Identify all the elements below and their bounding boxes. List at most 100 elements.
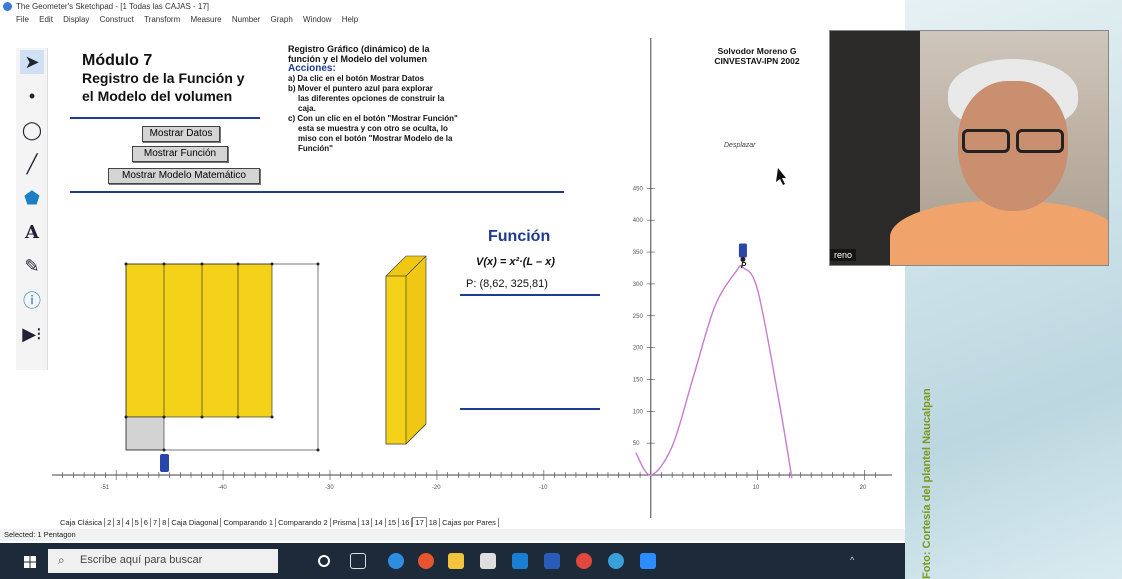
menu-graph[interactable]: Graph xyxy=(267,13,297,24)
page-tabs: Caja Clásica 2 3 4 5 6 7 8 Caja Diagonal Comparan… xyxy=(58,517,658,529)
point-tool-icon[interactable]: • xyxy=(20,84,44,108)
mouse-cursor-icon xyxy=(776,168,786,185)
cortana-icon[interactable] xyxy=(318,555,330,567)
sketchpad-app-icon xyxy=(3,2,12,11)
taskbar-search-input[interactable]: ⌕ Escribe aquí para buscar xyxy=(48,549,278,573)
app-red-icon[interactable] xyxy=(576,553,592,569)
instruction-b1: b) Mover el puntero azul para explorar xyxy=(288,84,433,93)
status-bar: Selected: 1 Pentagon xyxy=(0,529,905,541)
page-tab[interactable]: Caja Diagonal xyxy=(169,518,222,527)
page-tab[interactable]: 8 xyxy=(160,518,170,527)
mail-icon[interactable] xyxy=(512,553,528,569)
y-tick-label: 100 xyxy=(633,409,644,415)
instruction-a: a) Da clic en el botón Mostrar Datos xyxy=(288,74,425,83)
menu-measure[interactable]: Measure xyxy=(186,13,225,24)
sketchpad-taskbar-icon[interactable] xyxy=(608,553,624,569)
page-tab[interactable]: Comparando 2 xyxy=(276,518,331,527)
menu-number[interactable]: Number xyxy=(228,13,264,24)
store-icon[interactable] xyxy=(480,553,496,569)
author-name: Solvodor Moreno G xyxy=(717,46,797,56)
page-tab[interactable]: 2 xyxy=(105,518,115,527)
custom-tool-icon[interactable]: ▶⁝ xyxy=(20,322,44,346)
windows-start-icon[interactable] xyxy=(24,556,36,568)
page-tab[interactable]: 15 xyxy=(386,518,400,527)
polygon-tool-icon[interactable]: ⬟ xyxy=(20,186,44,210)
page-tab[interactable]: 13 xyxy=(359,518,373,527)
page-tab[interactable]: Prisma xyxy=(331,518,360,527)
system-tray: ^ xyxy=(850,555,854,565)
arrow-tool-icon[interactable]: ➤ xyxy=(20,50,44,74)
y-tick-label: 200 xyxy=(633,346,644,352)
page-tab[interactable]: 3 xyxy=(114,518,124,527)
x-tick-label: 10 xyxy=(753,485,760,491)
windows-taskbar: ⌕ Escribe aquí para buscar ^ xyxy=(0,543,905,579)
instructions-heading-1: Registro Gráfico (dinámico) de la xyxy=(288,44,430,54)
title-bar: The Geometer's Sketchpad - [1 Todas las … xyxy=(0,0,905,13)
instructions-panel: Registro Gráfico (dinámico) de la funció… xyxy=(288,44,568,154)
page-tab[interactable]: 16 xyxy=(399,518,413,527)
toolbox: ➤ • ◯ ╱ ⬟ A ✎ ⓘ ▶⁝ xyxy=(16,48,48,370)
compass-tool-icon[interactable]: ◯ xyxy=(20,118,44,142)
y-tick-label: 50 xyxy=(633,441,640,447)
sketch-canvas[interactable]: -51 -40 -30 -20 -10 10 20 450 400 350 300 250 200 150… xyxy=(52,38,905,518)
function-title: Función xyxy=(488,228,551,245)
page-tab[interactable]: 6 xyxy=(142,518,151,527)
tray-chevron-up-icon[interactable]: ^ xyxy=(850,555,854,565)
instruction-c1: c) Con un clic en el botón "Mostrar Func… xyxy=(288,114,458,123)
show-data-button[interactable]: Mostrar Datos xyxy=(142,126,220,142)
chrome-icon[interactable] xyxy=(418,553,434,569)
menu-bar: File Edit Display Construct Transform Me… xyxy=(0,13,905,26)
page-tab[interactable]: 7 xyxy=(151,518,161,527)
x-tick-label: -20 xyxy=(432,485,441,491)
page-tab[interactable]: Comparando 1 xyxy=(221,518,277,527)
slider-handle[interactable] xyxy=(160,454,169,472)
word-icon[interactable] xyxy=(544,553,560,569)
straightedge-tool-icon[interactable]: ╱ xyxy=(20,152,44,176)
menu-transform[interactable]: Transform xyxy=(140,13,184,24)
instruction-c4: Función" xyxy=(298,144,333,153)
point-p-label: P xyxy=(740,261,747,271)
y-tick-label: 150 xyxy=(633,377,644,383)
y-tick-label: 300 xyxy=(633,282,644,288)
actions-label: Acciones: xyxy=(288,63,336,74)
show-model-button[interactable]: Mostrar Modelo Matemático xyxy=(108,168,260,184)
show-function-button[interactable]: Mostrar Función xyxy=(132,146,228,162)
menu-help[interactable]: Help xyxy=(338,13,362,24)
x-tick-label: -30 xyxy=(325,485,334,491)
author-block: Solvodor Moreno G CINVESTAV-IPN 2002 xyxy=(692,46,822,66)
page-tab[interactable]: 5 xyxy=(133,518,142,527)
edge-browser-icon[interactable] xyxy=(388,553,404,569)
instruction-b3: caja. xyxy=(298,104,316,113)
page-tab[interactable]: 4 xyxy=(123,518,133,527)
page-tab[interactable]: Cajas por Pares xyxy=(440,518,499,527)
menu-construct[interactable]: Construct xyxy=(96,13,138,24)
page-tab[interactable]: 17 xyxy=(412,517,427,527)
sketchpad-window: The Geometer's Sketchpad - [1 Todas las … xyxy=(0,0,905,579)
y-tick-label: 250 xyxy=(633,314,644,320)
box-net xyxy=(124,262,320,452)
function-curve xyxy=(635,264,793,479)
instruction-c2: esta se muestra y con otro se oculta, lo xyxy=(298,124,448,133)
video-call-tile: reno xyxy=(829,30,1109,266)
marker-tool-icon[interactable]: ✎ xyxy=(20,254,44,278)
zoom-icon[interactable] xyxy=(640,553,656,569)
menu-window[interactable]: Window xyxy=(299,13,335,24)
module-subtitle-2: el Modelo del volumen xyxy=(82,88,233,104)
search-placeholder: Escribe aquí para buscar xyxy=(80,554,203,566)
function-formula: V(x) = x²·(L – x) xyxy=(476,256,555,268)
menu-file[interactable]: File xyxy=(0,13,33,24)
photo-credit: Foto: Cortesía del plantel Naucalpan xyxy=(921,388,933,579)
task-view-icon[interactable] xyxy=(350,553,366,569)
page-tab[interactable]: 14 xyxy=(372,518,386,527)
instruction-b2: las diferentes opciones de construir la xyxy=(298,94,445,103)
menu-edit[interactable]: Edit xyxy=(35,13,57,24)
file-explorer-icon[interactable] xyxy=(448,553,464,569)
drag-label: Desplazar xyxy=(724,142,756,149)
x-tick-label: -10 xyxy=(539,485,548,491)
page-tab[interactable]: 18 xyxy=(427,518,441,527)
text-tool-icon[interactable]: A xyxy=(20,220,44,244)
y-tick-label: 350 xyxy=(633,250,644,256)
page-tab[interactable]: Caja Clásica xyxy=(58,518,106,527)
menu-display[interactable]: Display xyxy=(59,13,93,24)
information-tool-icon[interactable]: ⓘ xyxy=(20,288,44,312)
